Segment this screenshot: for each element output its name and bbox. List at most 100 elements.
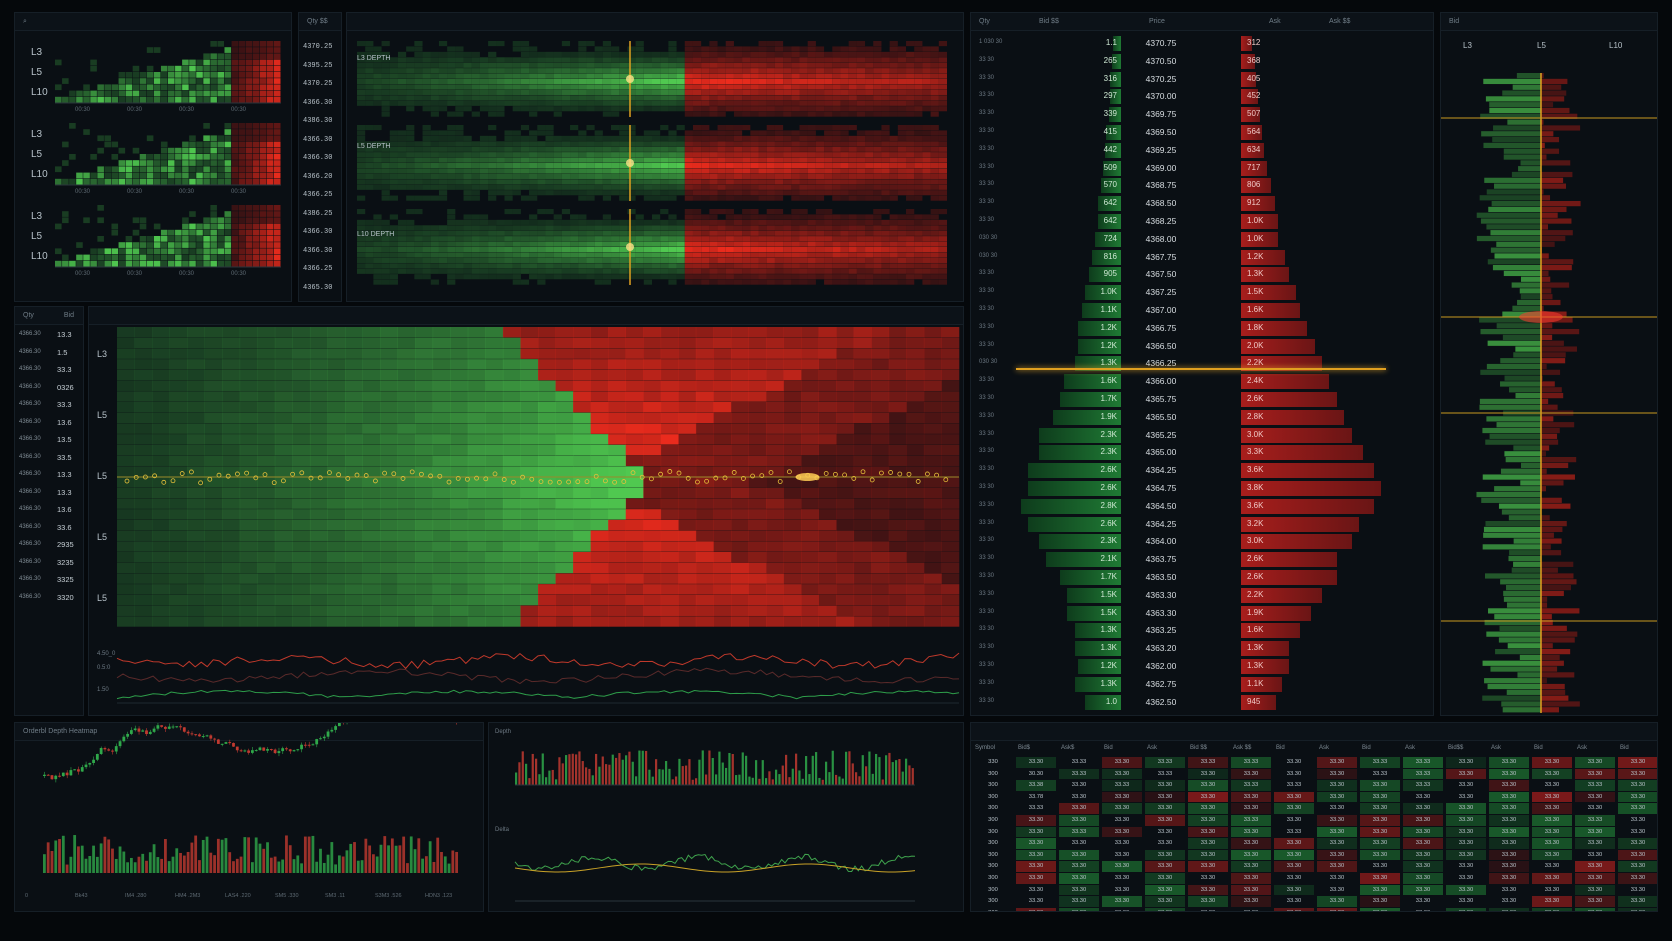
strip-cell	[447, 263, 456, 269]
strip-cell	[938, 41, 947, 47]
strip-cell	[438, 146, 448, 152]
heatmap-cell	[590, 423, 609, 434]
mini-depth-cell	[132, 72, 140, 78]
strip-cell	[742, 252, 751, 258]
order-book-row[interactable]: 33 30 1.1K 4367.00 1.6K	[971, 302, 1433, 319]
order-book-row[interactable]: 33 30 442 4369.25 634	[971, 142, 1433, 159]
strip-cell	[881, 125, 890, 131]
strip-cell	[430, 130, 439, 136]
order-book-row[interactable]: 33 30 339 4369.75 507	[971, 106, 1433, 123]
heatmap-cell	[117, 369, 135, 381]
strip-cell	[537, 190, 546, 196]
strip-cell	[652, 219, 661, 225]
order-book-row[interactable]: 33 30 265 4370.50 368	[971, 53, 1433, 70]
strip-cell	[914, 141, 923, 147]
strip-cell	[660, 190, 669, 196]
strip-cell	[389, 95, 398, 101]
strip-cell	[807, 173, 816, 179]
mini-time-tick: 00:30	[231, 107, 247, 113]
strip-cell	[627, 146, 636, 152]
heatmap-cell	[748, 391, 767, 402]
strip-cell	[676, 268, 685, 274]
strip-cell	[537, 157, 546, 163]
strip-cell	[668, 152, 677, 158]
strip-cell	[422, 130, 431, 136]
strip-cell	[865, 219, 874, 225]
ask-quantity: 2.0K	[1247, 340, 1264, 350]
strip-cell	[537, 173, 546, 179]
heatmap-cell	[660, 455, 679, 466]
strip-cell	[471, 57, 480, 63]
heatmap-cell	[801, 498, 819, 509]
heatmap-cell	[222, 562, 241, 574]
strip-cell	[660, 95, 669, 101]
strip-cell	[832, 84, 841, 90]
order-book-row[interactable]: 33 30 1.2K 4366.75 1.8K	[971, 320, 1433, 337]
order-book-row[interactable]: 33 30 1.0K 4367.25 1.5K	[971, 284, 1433, 301]
order-book-row[interactable]: 33 30 570 4368.75 806	[971, 177, 1433, 194]
strip-cell	[520, 163, 530, 169]
order-book-row[interactable]: 33 30 642 4368.25 1.0K	[971, 213, 1433, 230]
strip-cell	[692, 241, 702, 247]
strip-cell	[897, 179, 907, 185]
mini-depth-cell	[104, 172, 111, 179]
left-list-price: 4366.30	[19, 436, 41, 442]
strip-cell	[725, 68, 734, 74]
order-book-row[interactable]: 1 030 30 1.1 4370.75 312	[971, 35, 1433, 52]
heatmap-cell	[608, 498, 627, 509]
price-level: 4369.75	[1145, 109, 1177, 120]
heatmap-cell	[274, 348, 293, 359]
mini-depth-cell	[175, 236, 182, 242]
strip-cell	[930, 73, 939, 79]
heatmap-cell	[467, 530, 486, 541]
heatmap-cell	[502, 487, 521, 499]
strip-cell	[529, 190, 538, 196]
strip-cell	[537, 219, 546, 225]
strip-series-red	[116, 652, 960, 670]
strip-cell	[488, 163, 497, 169]
mini-depth-cell	[252, 178, 260, 185]
strip-cell	[389, 257, 398, 263]
strip-cell	[660, 79, 669, 85]
strip-cell	[848, 236, 857, 242]
strip-cell	[397, 57, 407, 63]
order-book-row[interactable]: 33 30 642 4368.50 912	[971, 195, 1433, 212]
order-book-row[interactable]: 030 30 724 4368.00 1.0K	[971, 231, 1433, 248]
order-book-row[interactable]: 030 30 816 4367.75 1.2K	[971, 249, 1433, 266]
heatmap-cell	[169, 562, 188, 574]
heatmap-cell	[169, 444, 188, 456]
strip-cell	[414, 247, 423, 253]
heatmap-cell	[766, 509, 784, 520]
heatmap-cell	[888, 348, 907, 359]
order-book-row[interactable]: 33 30 297 4370.00 452	[971, 88, 1433, 105]
mini-depth-cell	[182, 90, 189, 97]
strip-cell	[537, 130, 546, 136]
strip-cell	[652, 274, 661, 280]
strip-cell	[676, 57, 685, 63]
strip-cell	[930, 241, 939, 247]
mini-depth-cell	[224, 123, 232, 129]
strip-cell	[922, 257, 931, 263]
strip-cell	[873, 195, 882, 201]
mini-depth-cell	[132, 84, 140, 91]
strip-cell	[381, 195, 390, 201]
heatmap-cell	[432, 444, 451, 456]
strip-cell	[438, 79, 448, 85]
heatmap-cell	[608, 434, 627, 445]
order-book-row[interactable]: 33 30 509 4369.00 717	[971, 160, 1433, 177]
heatmap-cell	[538, 380, 556, 391]
order-book-row[interactable]: 33 30 905 4367.50 1.3K	[971, 266, 1433, 283]
mini-depth-cell	[224, 211, 232, 217]
strip-cell	[742, 79, 751, 85]
heatmap-cell	[187, 509, 206, 520]
strip-cell	[701, 195, 710, 201]
order-book-row[interactable]: 33 30 316 4370.25 405	[971, 71, 1433, 88]
heatmap-cell	[678, 337, 697, 349]
mini-depth-cell	[217, 254, 224, 261]
strip-cell	[897, 268, 907, 274]
strip-cell	[422, 79, 431, 85]
heatmap-cell	[766, 327, 784, 338]
strip-cell	[938, 146, 947, 152]
order-book-row[interactable]: 33 30 415 4369.50 564	[971, 124, 1433, 141]
order-book-row[interactable]: 33 30 1.2K 4366.50 2.0K	[971, 338, 1433, 355]
